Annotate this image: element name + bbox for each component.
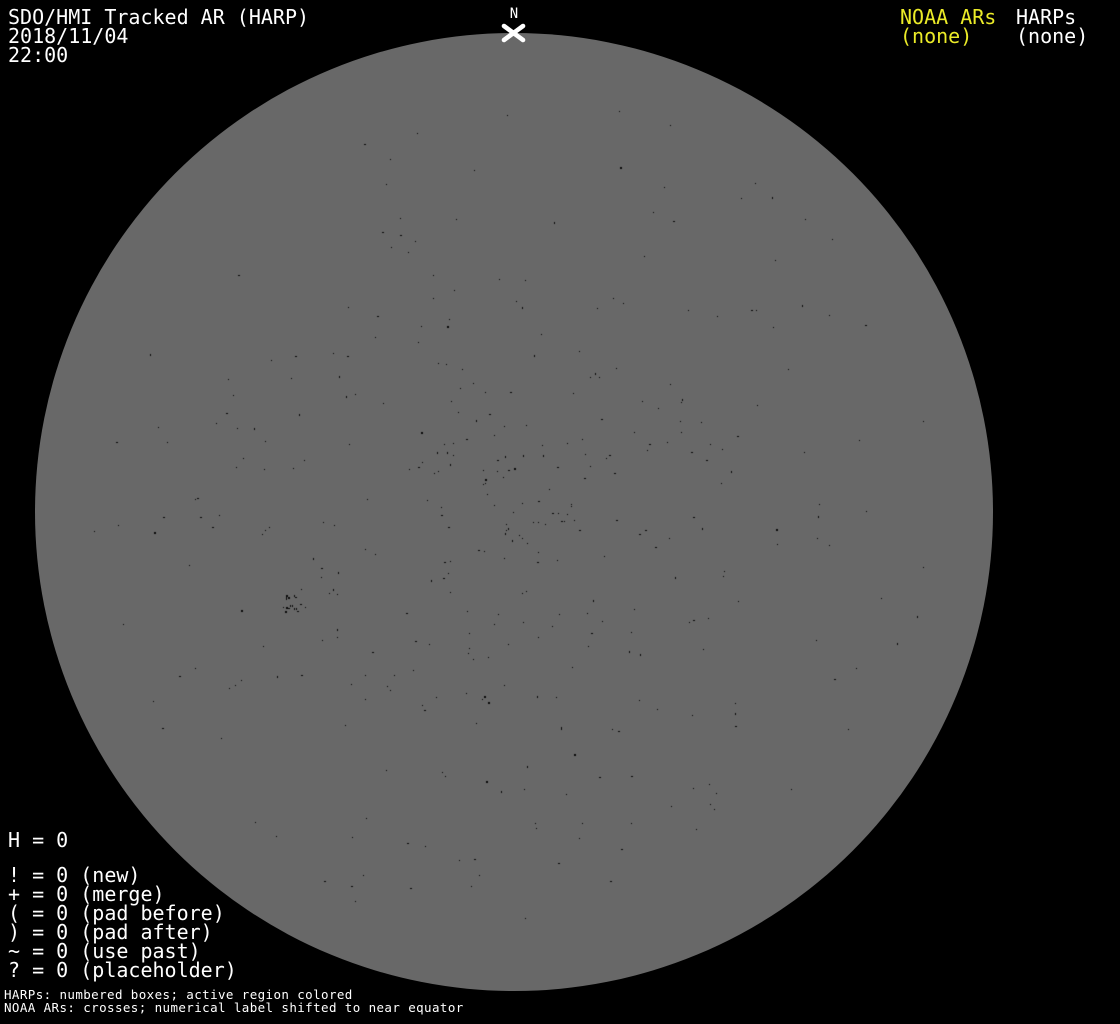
harps-value: (none) xyxy=(1016,24,1089,48)
title-block: SDO/HMI Tracked AR (HARP) 2018/11/04 22:… xyxy=(8,7,309,67)
north-cross-icon xyxy=(501,23,526,43)
harp-count: H = 0 xyxy=(8,828,69,852)
north-label: N xyxy=(509,6,519,22)
noaa-ars-panel: NOAA ARs (none) xyxy=(900,7,996,48)
footer-noaa-caption: NOAA ARs: crosses; numerical label shift… xyxy=(4,999,464,1015)
time-label: 22:00 xyxy=(8,43,69,67)
legend-item-placeholder: ? = 0 (placeholder) xyxy=(8,958,237,982)
footer-captions: HARPs: numbered boxes; active region col… xyxy=(4,988,464,1015)
noaa-ars-value: (none) xyxy=(900,24,973,48)
harps-panel: HARPs (none) xyxy=(1016,7,1089,48)
legend-list: ! = 0 (new) + = 0 (merge) ( = 0 (pad bef… xyxy=(8,865,237,982)
harp-plot-page: { "header": { "title": "SDO/HMI Tracked … xyxy=(0,0,1120,1024)
